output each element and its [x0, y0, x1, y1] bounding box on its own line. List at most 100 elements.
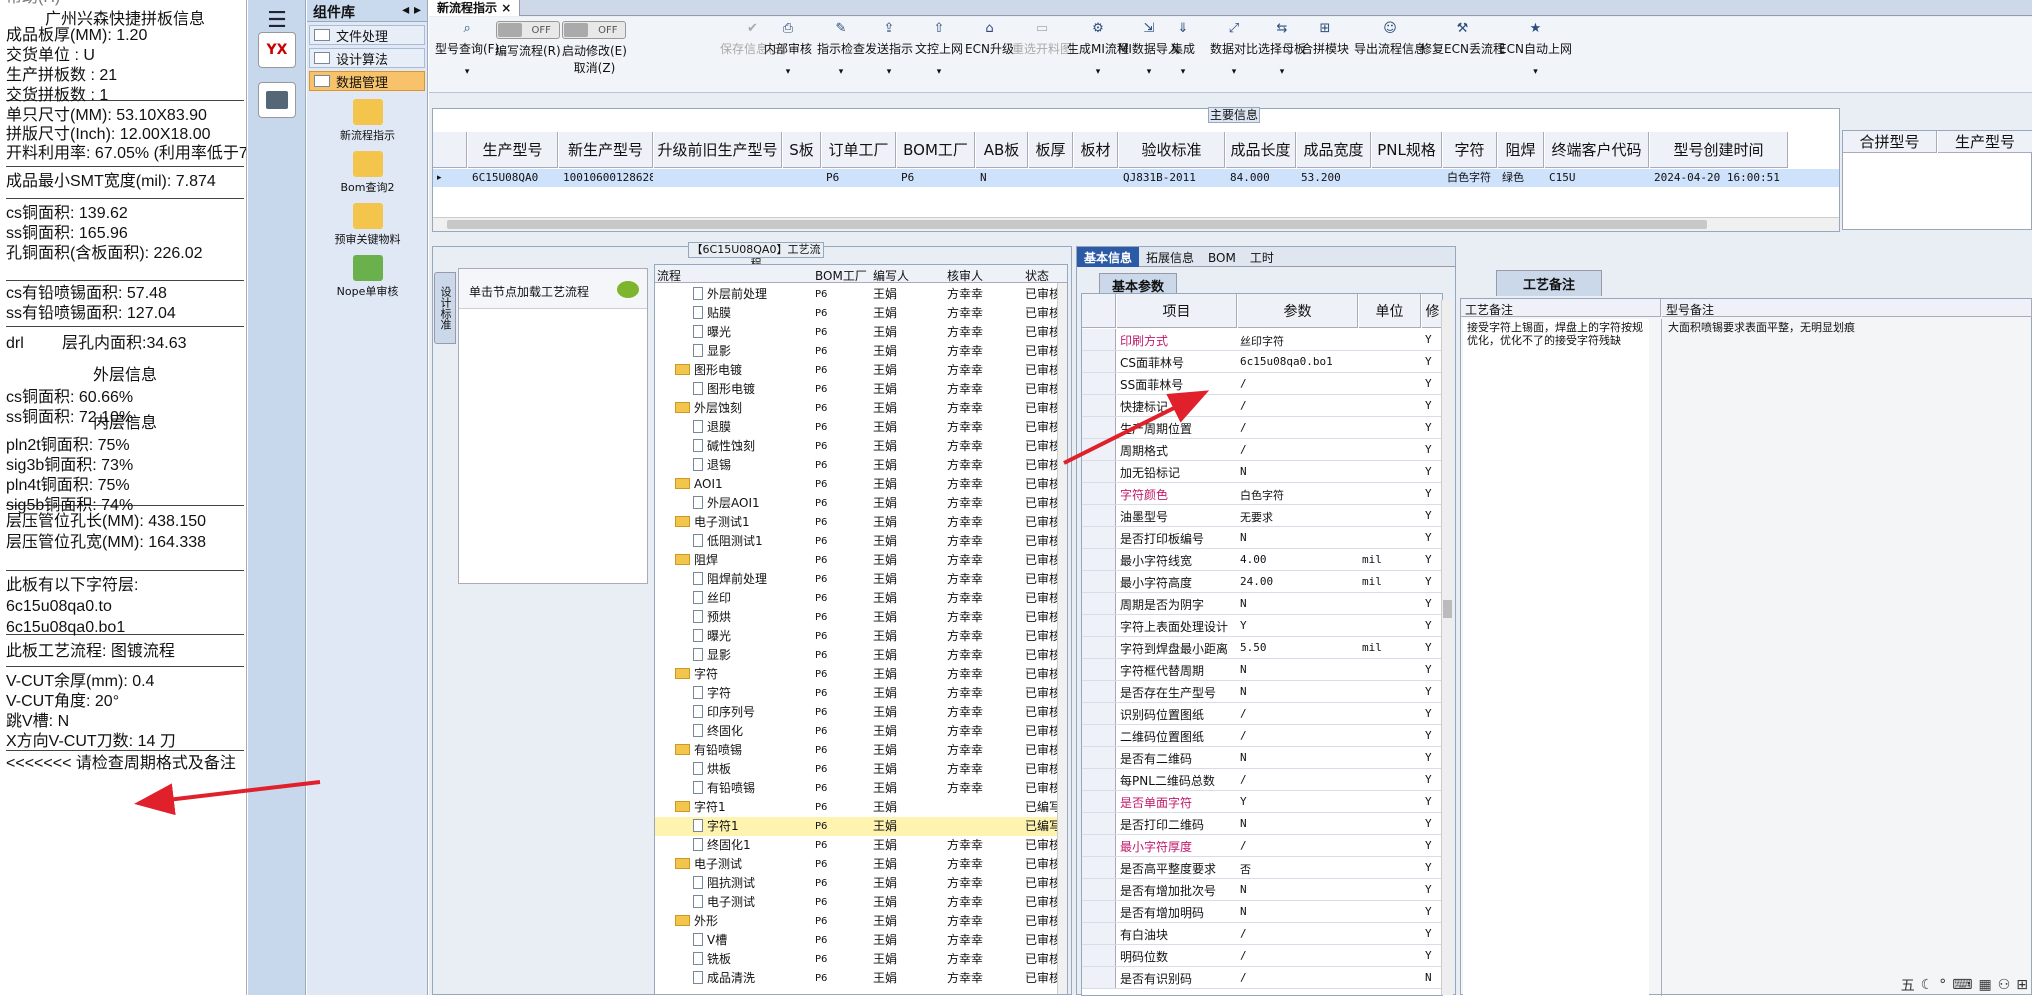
tray-icon[interactable]: ⚇ — [1998, 977, 2011, 993]
design-standard-tab[interactable]: 设计标准 — [434, 272, 456, 344]
grid-cell[interactable] — [654, 169, 782, 187]
param-row[interactable]: 字符到焊盘最小距离5.50milY — [1082, 637, 1442, 659]
grid-cell[interactable]: 绿色 — [1498, 169, 1544, 187]
param-row[interactable]: 是否有增加明码NY — [1082, 901, 1442, 923]
grid-cell[interactable]: 2024-04-20 16:00:51 — [1650, 169, 1788, 187]
tree-row[interactable]: 退膜P6王娟方幸幸已审核 — [655, 418, 1061, 437]
tree-row[interactable]: 电子测试P6王娟方幸幸已审核 — [655, 893, 1061, 912]
tree-row[interactable]: 阻抗测试P6王娟方幸幸已审核 — [655, 874, 1061, 893]
param-value[interactable]: 否 — [1240, 861, 1356, 877]
param-row[interactable]: 字符框代替周期NY — [1082, 659, 1442, 681]
param-value[interactable]: / — [1240, 729, 1356, 742]
toolbar-button[interactable]: ⌂ECN升级 — [965, 21, 1014, 57]
param-value[interactable]: N — [1240, 465, 1356, 478]
toolbar-button[interactable]: ⚒修复ECN丢流程 — [1420, 21, 1505, 57]
toolbar-button[interactable]: ⇧文控上网▾ — [915, 21, 963, 77]
toolbar-button[interactable]: ⤢数据对比▾ — [1210, 21, 1258, 77]
tree-row[interactable]: V槽P6王娟方幸幸已审核 — [655, 931, 1061, 950]
param-value[interactable]: / — [1240, 773, 1356, 786]
grid-col-header[interactable]: 成品宽度 — [1297, 132, 1371, 168]
tree-row[interactable]: 成品清洗P6王娟方幸幸已审核 — [655, 969, 1061, 988]
tree-row[interactable]: 字符1P6王娟已编写 — [655, 798, 1061, 817]
grid-col-header[interactable]: 升级前旧生产型号 — [654, 132, 782, 168]
tree-row[interactable]: 有铅喷锡P6王娟方幸幸已审核 — [655, 741, 1061, 760]
toggle-switch[interactable]: OFF — [562, 21, 626, 39]
tree-row[interactable]: 图形电镀P6王娟方幸幸已审核 — [655, 380, 1061, 399]
type-query-button[interactable]: ⌕型号查询(F)▾ — [435, 21, 499, 77]
params-scrollbar[interactable] — [1441, 300, 1453, 995]
calculator-icon[interactable] — [258, 82, 296, 118]
detail-tab[interactable]: 拓展信息 — [1139, 247, 1201, 267]
param-row[interactable]: 周期是否为阴字NY — [1082, 593, 1442, 615]
param-value[interactable]: Y — [1240, 795, 1356, 808]
tree-row[interactable]: 丝印P6王娟方幸幸已审核 — [655, 589, 1061, 608]
param-value[interactable]: / — [1240, 399, 1356, 412]
tree-row[interactable]: 烘板P6王娟方幸幸已审核 — [655, 760, 1061, 779]
toolbar-button[interactable]: ★ECN自动上网▾ — [1499, 21, 1572, 77]
param-row[interactable]: 生产周期位置/Y — [1082, 417, 1442, 439]
tree-row[interactable]: 显影P6王娟方幸幸已审核 — [655, 342, 1061, 361]
grid-col-header[interactable]: 阻焊 — [1498, 132, 1544, 168]
tree-row[interactable]: 字符1P6王娟已编写 — [655, 817, 1061, 836]
toolbar-button[interactable]: ✎指示检查▾ — [817, 21, 865, 77]
grid-col-header[interactable]: 订单工厂 — [822, 132, 896, 168]
param-row[interactable]: CS面菲林号6c15u08qa0.bo1Y — [1082, 351, 1442, 373]
param-value[interactable]: 24.00 — [1240, 575, 1356, 588]
process-note[interactable]: 接受字符上锡面，焊盘上的字符按规优化，优化不了的接受字符残缺 — [1463, 319, 1649, 996]
dropdown-icon[interactable]: ▾ — [865, 67, 913, 77]
param-row[interactable]: 字符上表面处理设计YY — [1082, 615, 1442, 637]
grid-cell[interactable]: 6C15U08QA0 — [468, 169, 558, 187]
param-row[interactable]: 最小字符高度24.00milY — [1082, 571, 1442, 593]
param-value[interactable]: N — [1240, 905, 1356, 918]
horizontal-scrollbar[interactable] — [433, 217, 1839, 231]
component-tool[interactable]: 新流程指示 — [307, 99, 428, 143]
param-value[interactable]: N — [1240, 685, 1356, 698]
tree-row[interactable]: 显影P6王娟方幸幸已审核 — [655, 646, 1061, 665]
param-value[interactable]: N — [1240, 531, 1356, 544]
param-value[interactable]: / — [1240, 927, 1356, 940]
tree-row[interactable]: 预烘P6王娟方幸幸已审核 — [655, 608, 1061, 627]
component-tool[interactable]: Bom查询2 — [307, 151, 428, 195]
dropdown-icon[interactable]: ▾ — [764, 67, 812, 77]
edit-flow-toggle[interactable]: OFF编写流程(R) — [495, 21, 561, 59]
tree-row[interactable]: 字符P6王娟方幸幸已审核 — [655, 684, 1061, 703]
grid-col-header[interactable]: 型号创建时间 — [1650, 132, 1788, 168]
param-row[interactable]: 明码位数/Y — [1082, 945, 1442, 967]
tree-row[interactable]: 有铅喷锡P6王娟方幸幸已审核 — [655, 779, 1061, 798]
param-row[interactable]: 是否有识别码/N — [1082, 967, 1442, 989]
tree-row[interactable]: 曝光P6王娟方幸幸已审核 — [655, 627, 1061, 646]
toolbar-button[interactable]: ☺导出流程信息 — [1354, 21, 1426, 57]
param-row[interactable]: 印刷方式丝印字符Y — [1082, 329, 1442, 351]
param-value[interactable]: N — [1240, 817, 1356, 830]
toggle-switch[interactable]: OFF — [496, 21, 560, 39]
grid-col-header[interactable]: 板厚 — [1029, 132, 1073, 168]
dropdown-icon[interactable]: ▾ — [915, 67, 963, 77]
param-value[interactable]: / — [1240, 971, 1356, 984]
grid-cell[interactable] — [1074, 169, 1118, 187]
param-value[interactable]: / — [1240, 377, 1356, 390]
grid-cell[interactable]: P6 — [822, 169, 896, 187]
param-value[interactable]: Y — [1240, 619, 1356, 632]
toolbar-button[interactable]: ▭重选开料图 — [1012, 21, 1072, 57]
grid-cell[interactable]: P6 — [897, 169, 975, 187]
param-row[interactable]: 是否单面字符YY — [1082, 791, 1442, 813]
tray-icon[interactable]: 五 — [1901, 975, 1915, 995]
param-row[interactable]: 是否打印二维码NY — [1082, 813, 1442, 835]
dropdown-icon[interactable]: ▾ — [817, 67, 865, 77]
tree-row[interactable]: AOI1P6王娟方幸幸已审核 — [655, 475, 1061, 494]
tree-row[interactable]: 低阻测试1P6王娟方幸幸已审核 — [655, 532, 1061, 551]
dropdown-icon[interactable]: ▾ — [1171, 67, 1195, 77]
tree-scrollbar[interactable] — [1057, 283, 1067, 995]
param-value[interactable]: N — [1240, 663, 1356, 676]
param-row[interactable]: 加无铅标记NY — [1082, 461, 1442, 483]
component-item[interactable]: 文件处理 — [309, 25, 425, 45]
tray-icon[interactable]: ⊞ — [2016, 977, 2028, 993]
grid-col-header[interactable]: PNL规格 — [1372, 132, 1442, 168]
detail-tab[interactable]: 工时 — [1243, 247, 1281, 267]
grid-cell[interactable]: QJ831B-2011 — [1119, 169, 1225, 187]
param-value[interactable]: N — [1240, 883, 1356, 896]
tab-new-flow[interactable]: 新流程指示 × — [429, 0, 520, 16]
dropdown-icon[interactable]: ▾ — [1210, 67, 1258, 77]
param-value[interactable]: 白色字符 — [1240, 487, 1356, 503]
grid-cell[interactable] — [783, 169, 821, 187]
